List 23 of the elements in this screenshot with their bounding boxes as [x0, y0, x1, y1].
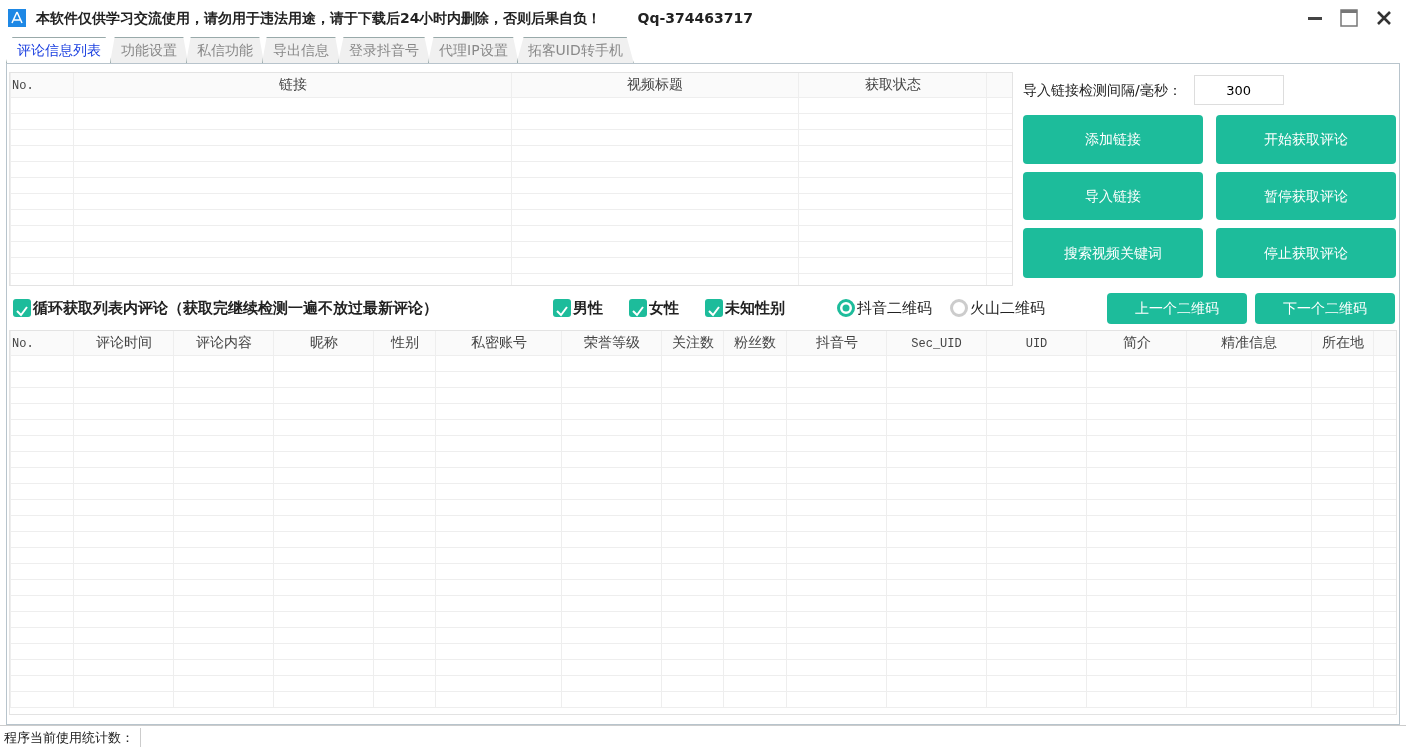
contact-text: Qq-374463717 [637, 8, 753, 28]
radio-label: 火山二维码 [970, 297, 1045, 319]
gender-checkbox[interactable] [553, 299, 571, 317]
gender-label: 未知性别 [725, 297, 785, 319]
app-icon [8, 9, 26, 27]
close-icon[interactable] [1376, 10, 1392, 26]
interval-label: 导入链接检测间隔/毫秒： [1023, 80, 1182, 100]
gender-label: 女性 [649, 297, 679, 319]
maximize-icon[interactable] [1340, 9, 1358, 27]
radio-label: 抖音二维码 [857, 297, 932, 319]
column-header[interactable]: 视频标题 [627, 76, 683, 93]
column-header[interactable]: UID [1025, 337, 1048, 352]
gender-checkbox[interactable] [705, 299, 723, 317]
loop-checkbox[interactable] [13, 299, 31, 317]
loop-label: 循环获取列表内评论（获取完继续检测一遍不放过最新评论） [33, 297, 438, 319]
gender-label: 男性 [573, 297, 603, 319]
window-title: 本软件仅供学习交流使用，请勿用于违法用途，请于下载后24小时内删除，否则后果自负！ [36, 8, 602, 28]
gender-checkbox[interactable] [629, 299, 647, 317]
radio-button[interactable] [837, 299, 855, 317]
column-header[interactable]: 链接 [278, 76, 307, 93]
interval-field[interactable]: 300 [1193, 75, 1284, 105]
radio-button[interactable] [950, 299, 968, 317]
usage-count-label: 程序当前使用统计数： [0, 727, 141, 748]
